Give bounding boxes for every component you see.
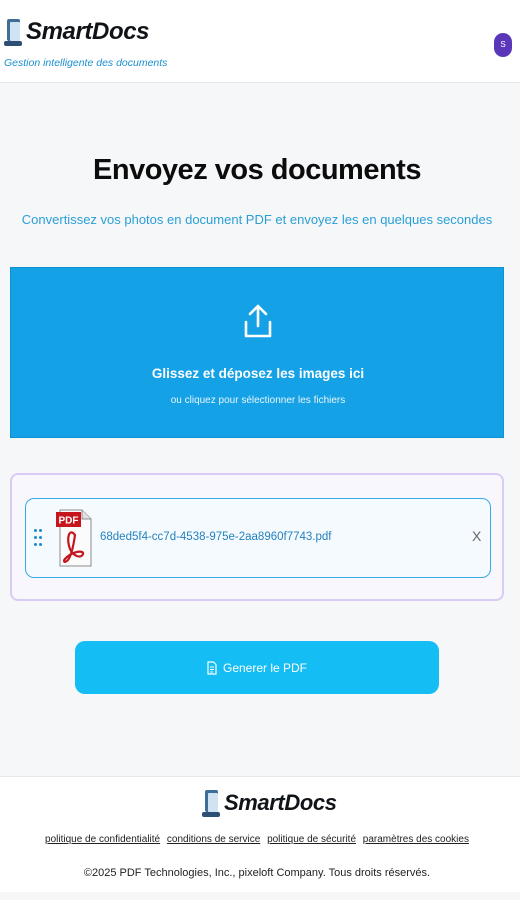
page-subtitle: Convertissez vos photos en document PDF … bbox=[21, 212, 493, 227]
brand-name: SmartDocs bbox=[26, 18, 150, 45]
footer-logo[interactable]: SmartDocs bbox=[202, 788, 337, 818]
copyright-text: ©2025 PDF Technologies, Inc., pixeloft C… bbox=[83, 867, 431, 879]
document-icon bbox=[207, 660, 217, 675]
generate-pdf-button[interactable]: Generer le PDF bbox=[75, 641, 439, 694]
footer-brand-name: SmartDocs bbox=[224, 790, 337, 815]
upload-dropzone[interactable]: Glissez et déposez les images ici ou cli… bbox=[10, 267, 504, 438]
dropzone-sub-text: ou cliquez pour sélectionner les fichier… bbox=[170, 395, 346, 406]
footer-link-terms[interactable]: conditions de service bbox=[167, 834, 260, 845]
page-title: Envoyez vos documents bbox=[93, 154, 421, 186]
footer-link-cookies[interactable]: paramètres des cookies bbox=[363, 834, 469, 845]
footer-links: politique de confidentialité conditions … bbox=[0, 834, 514, 845]
footer-link-privacy[interactable]: politique de confidentialité bbox=[45, 834, 160, 845]
pdf-type-label: PDF bbox=[59, 516, 79, 527]
generate-pdf-label: Generer le PDF bbox=[222, 660, 308, 675]
file-name: 68ded5f4-cc7d-4538-975e-2aa8960f7743.pdf bbox=[100, 531, 332, 543]
dropzone-main-text: Glissez et déposez les images ici bbox=[151, 366, 365, 381]
app-footer: SmartDocs politique de confidentialité c… bbox=[0, 776, 520, 892]
drag-handle-icon[interactable] bbox=[34, 529, 42, 547]
smartdocs-logo-icon bbox=[4, 17, 22, 47]
smartdocs-logo-icon bbox=[202, 788, 220, 818]
footer-link-security[interactable]: politique de sécurité bbox=[267, 834, 356, 845]
file-list-panel: PDF 68ded5f4-cc7d-4538-975e-2aa8960f7743… bbox=[10, 473, 504, 601]
file-item[interactable]: PDF 68ded5f4-cc7d-4538-975e-2aa8960f7743… bbox=[25, 498, 491, 578]
remove-file-button[interactable]: X bbox=[472, 528, 481, 544]
brand-tagline: Gestion intelligente des documents bbox=[4, 57, 168, 69]
brand-logo[interactable]: SmartDocs bbox=[4, 17, 150, 47]
app-header: SmartDocs Gestion intelligente des docum… bbox=[0, 0, 520, 83]
upload-icon bbox=[244, 304, 272, 338]
user-avatar[interactable]: S bbox=[494, 33, 512, 57]
pdf-file-icon: PDF bbox=[56, 509, 92, 567]
